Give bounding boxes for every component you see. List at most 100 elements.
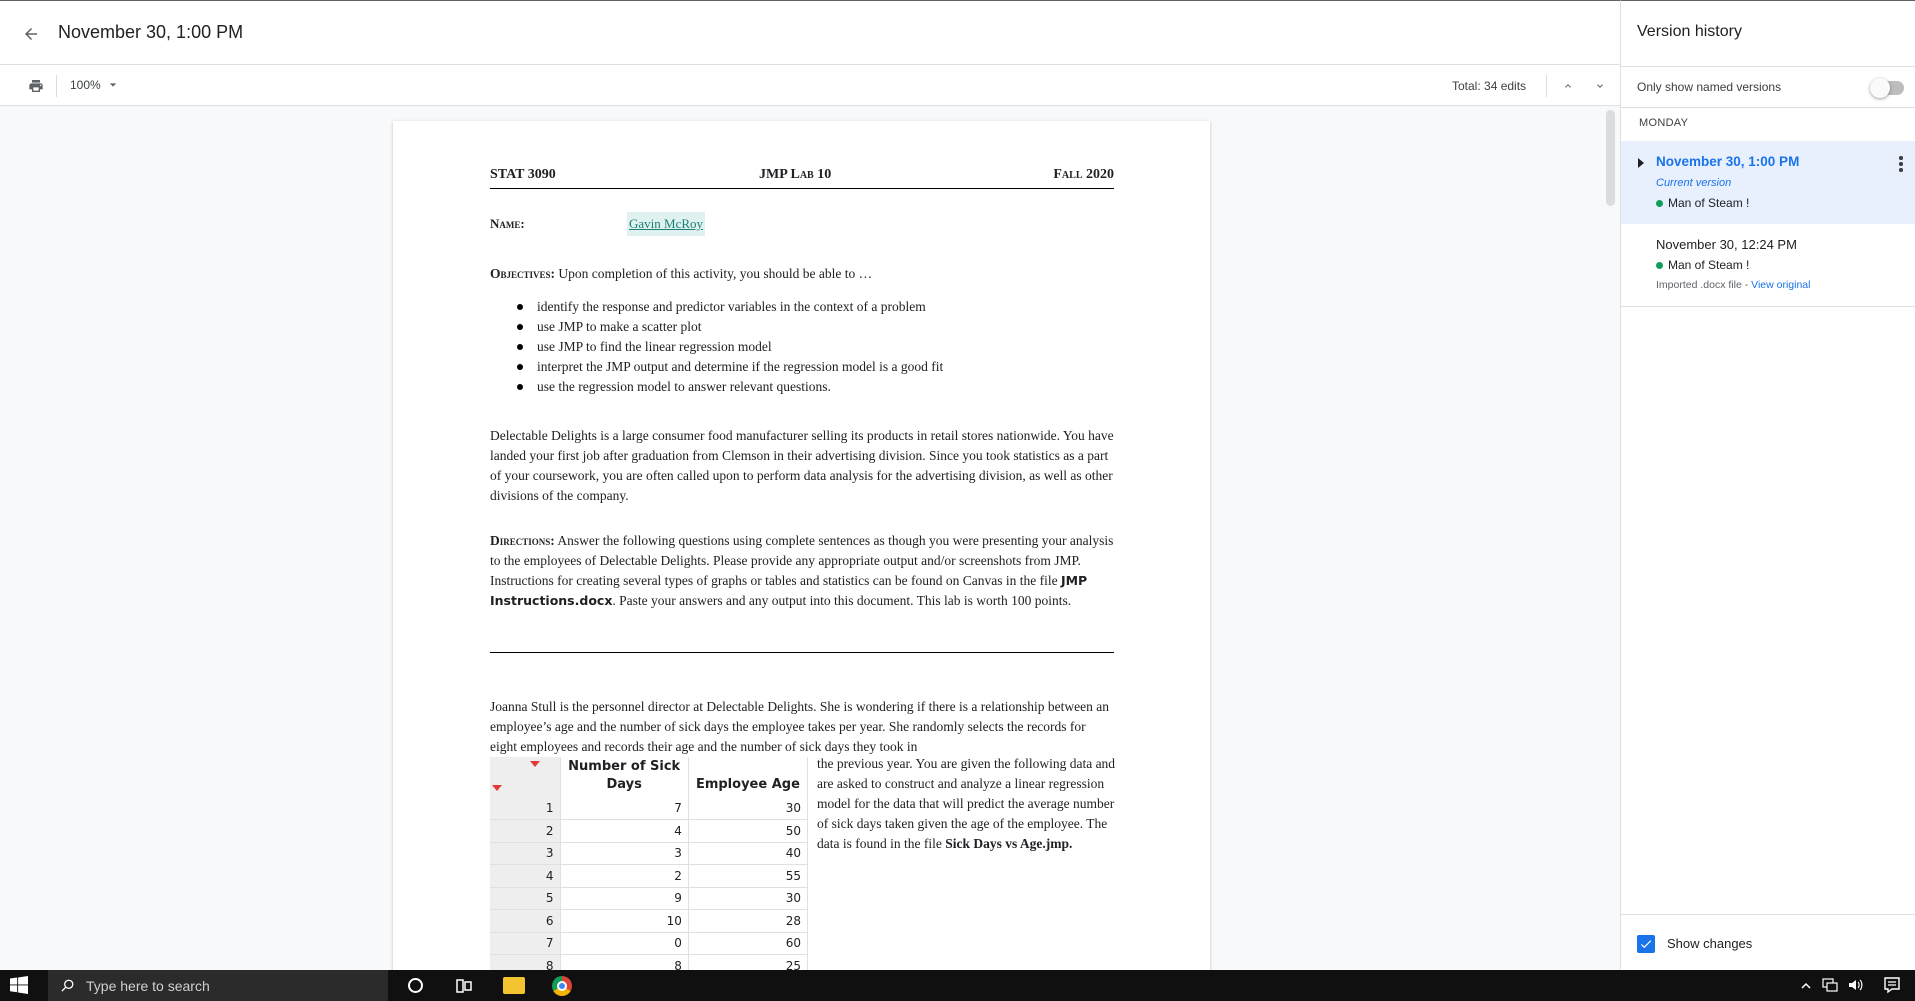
version-note: Imported .docx file - View original: [1656, 279, 1810, 291]
cortana-icon[interactable]: [408, 978, 423, 993]
intro-paragraph: Delectable Delights is a large consumer …: [490, 428, 1114, 503]
file-explorer-icon[interactable]: [503, 977, 525, 994]
row-number: 4: [490, 864, 561, 888]
chrome-icon[interactable]: [552, 976, 572, 996]
volume-icon[interactable]: [1848, 978, 1864, 997]
horizontal-rule: [490, 652, 1114, 653]
list-item: interpret the JMP output and determine i…: [490, 357, 1090, 377]
table-row: 4 2 55: [490, 864, 809, 888]
table-corner: [490, 757, 561, 797]
zoom-select[interactable]: 100%: [70, 78, 117, 92]
directions-text-end: . Paste your answers and any output into…: [612, 593, 1072, 608]
current-version-label: Current version: [1656, 177, 1732, 189]
story-file: Sick Days vs Age.jmp.: [945, 836, 1073, 851]
objectives-list: identify the response and predictor vari…: [490, 297, 1090, 397]
task-view-icon[interactable]: [456, 978, 472, 994]
total-edits-label: Total: 34 edits: [1452, 79, 1527, 93]
network-icon[interactable]: [1822, 978, 1838, 997]
chevron-down-icon[interactable]: [1590, 76, 1610, 96]
objectives-label: Objectives:: [490, 266, 556, 281]
search-placeholder: Type here to search: [86, 978, 210, 994]
caret-right-icon[interactable]: [1638, 158, 1644, 168]
name-value-highlight: Gavin McRoy: [627, 212, 706, 236]
sick-days-cell: 8: [560, 954, 689, 970]
caret-down-icon: [109, 78, 117, 92]
doc-header: STAT 3090 JMP Lab 10 Fall 2020: [490, 167, 1114, 189]
day-group-label: MONDAY: [1639, 117, 1689, 129]
table-row: 7 0 60: [490, 932, 809, 955]
vertical-scrollbar[interactable]: [1606, 110, 1615, 206]
name-label: Name:: [490, 216, 525, 231]
employee-age-cell: 40: [688, 842, 809, 865]
version-item[interactable]: November 30, 12:24 PM Man of Steam ! Imp…: [1621, 224, 1915, 307]
version-author: Man of Steam !: [1656, 196, 1749, 210]
row-number: 7: [490, 932, 561, 955]
objectives-text: Upon completion of this activity, you sh…: [555, 266, 873, 281]
windows-start-icon[interactable]: [10, 976, 30, 996]
chevron-up-icon[interactable]: [1800, 979, 1812, 997]
sick-days-cell: 4: [560, 819, 689, 843]
sick-days-cell: 9: [560, 887, 689, 910]
sick-days-cell: 0: [560, 932, 689, 955]
author-dot-icon: [1656, 261, 1663, 269]
objectives-intro: Objectives: Upon completion of this acti…: [490, 266, 1114, 282]
table-row: 2 4 50: [490, 819, 809, 843]
show-changes-row: Show changes: [1621, 914, 1915, 971]
toggle-knob: [1870, 78, 1890, 98]
list-item: use JMP to find the linear regression mo…: [490, 337, 1090, 357]
column-header-sick-days: Number of Sick Days: [560, 757, 689, 797]
course-code: STAT 3090: [490, 167, 556, 182]
version-time: November 30, 12:24 PM: [1656, 237, 1797, 252]
version-title: November 30, 1:00 PM: [58, 22, 244, 42]
app-window: November 30, 1:00 PM 100% Total: 34 edit…: [0, 0, 1915, 1001]
sick-days-cell: 2: [560, 864, 689, 888]
view-original-link[interactable]: View original: [1751, 279, 1810, 291]
show-changes-label: Show changes: [1667, 936, 1753, 951]
table-row: 5 9 30: [490, 887, 809, 910]
row-number: 6: [490, 909, 561, 933]
story-paragraph: Joanna Stull is the personnel director a…: [490, 699, 1109, 754]
row-number: 8: [490, 954, 561, 970]
col1-line1: Number of Sick: [568, 759, 681, 774]
table-row: 8 8 25: [490, 954, 809, 970]
list-item: use JMP to make a scatter plot: [490, 317, 1090, 337]
taskbar-search-box[interactable]: Type here to search: [48, 970, 388, 1001]
version-author: Man of Steam !: [1656, 258, 1749, 272]
author-name: Man of Steam !: [1668, 258, 1750, 272]
print-icon[interactable]: [25, 75, 47, 97]
red-triangle-icon[interactable]: [492, 785, 502, 791]
document-canvas[interactable]: STAT 3090 JMP Lab 10 Fall 2020 Name: Gav…: [0, 106, 1620, 970]
version-time: November 30, 1:00 PM: [1656, 154, 1800, 169]
table-row: 6 10 28: [490, 909, 809, 933]
show-changes-checkbox[interactable]: [1637, 935, 1655, 953]
employee-age-cell: 30: [688, 797, 809, 820]
notification-icon[interactable]: [1883, 976, 1901, 994]
jmp-data-table: Number of Sick Days Employee Age 1 7 30 2 4 50…: [490, 757, 809, 970]
checkmark-icon: [1640, 940, 1652, 949]
header: November 30, 1:00 PM: [0, 0, 1620, 65]
named-versions-toggle[interactable]: [1870, 78, 1904, 98]
sick-days-cell: 10: [560, 909, 689, 933]
version-item-current[interactable]: November 30, 1:00 PM Current version Man…: [1621, 141, 1915, 224]
lab-title: JMP Lab 10: [759, 167, 832, 182]
chevron-up-icon[interactable]: [1558, 76, 1578, 96]
toolbar-divider: [56, 75, 57, 97]
red-triangle-icon[interactable]: [530, 761, 540, 767]
employee-age-cell: 60: [688, 932, 809, 955]
named-versions-label: Only show named versions: [1637, 80, 1782, 94]
list-item: use the regression model to answer relev…: [490, 377, 1090, 397]
row-number: 5: [490, 887, 561, 910]
employee-age-cell: 50: [688, 819, 809, 843]
back-arrow-icon[interactable]: [18, 21, 44, 47]
system-tray: [1800, 978, 1864, 997]
more-vert-icon[interactable]: [1893, 153, 1909, 175]
search-icon: [60, 978, 75, 998]
directions-text: Answer the following questions using com…: [490, 533, 1114, 588]
employee-age-cell: 25: [688, 954, 809, 970]
table-body: 1 7 30 2 4 50 3 3 40 4 2 55 5 9 30 6 10 28 7 0 60 8 8 25: [490, 797, 809, 970]
windows-taskbar: Type here to search: [0, 970, 1915, 1001]
row-number: 3: [490, 842, 561, 865]
version-history-panel: Version history Only show named versions…: [1620, 0, 1915, 970]
toolbar: 100% Total: 34 edits: [0, 65, 1620, 106]
employee-age-cell: 55: [688, 864, 809, 888]
